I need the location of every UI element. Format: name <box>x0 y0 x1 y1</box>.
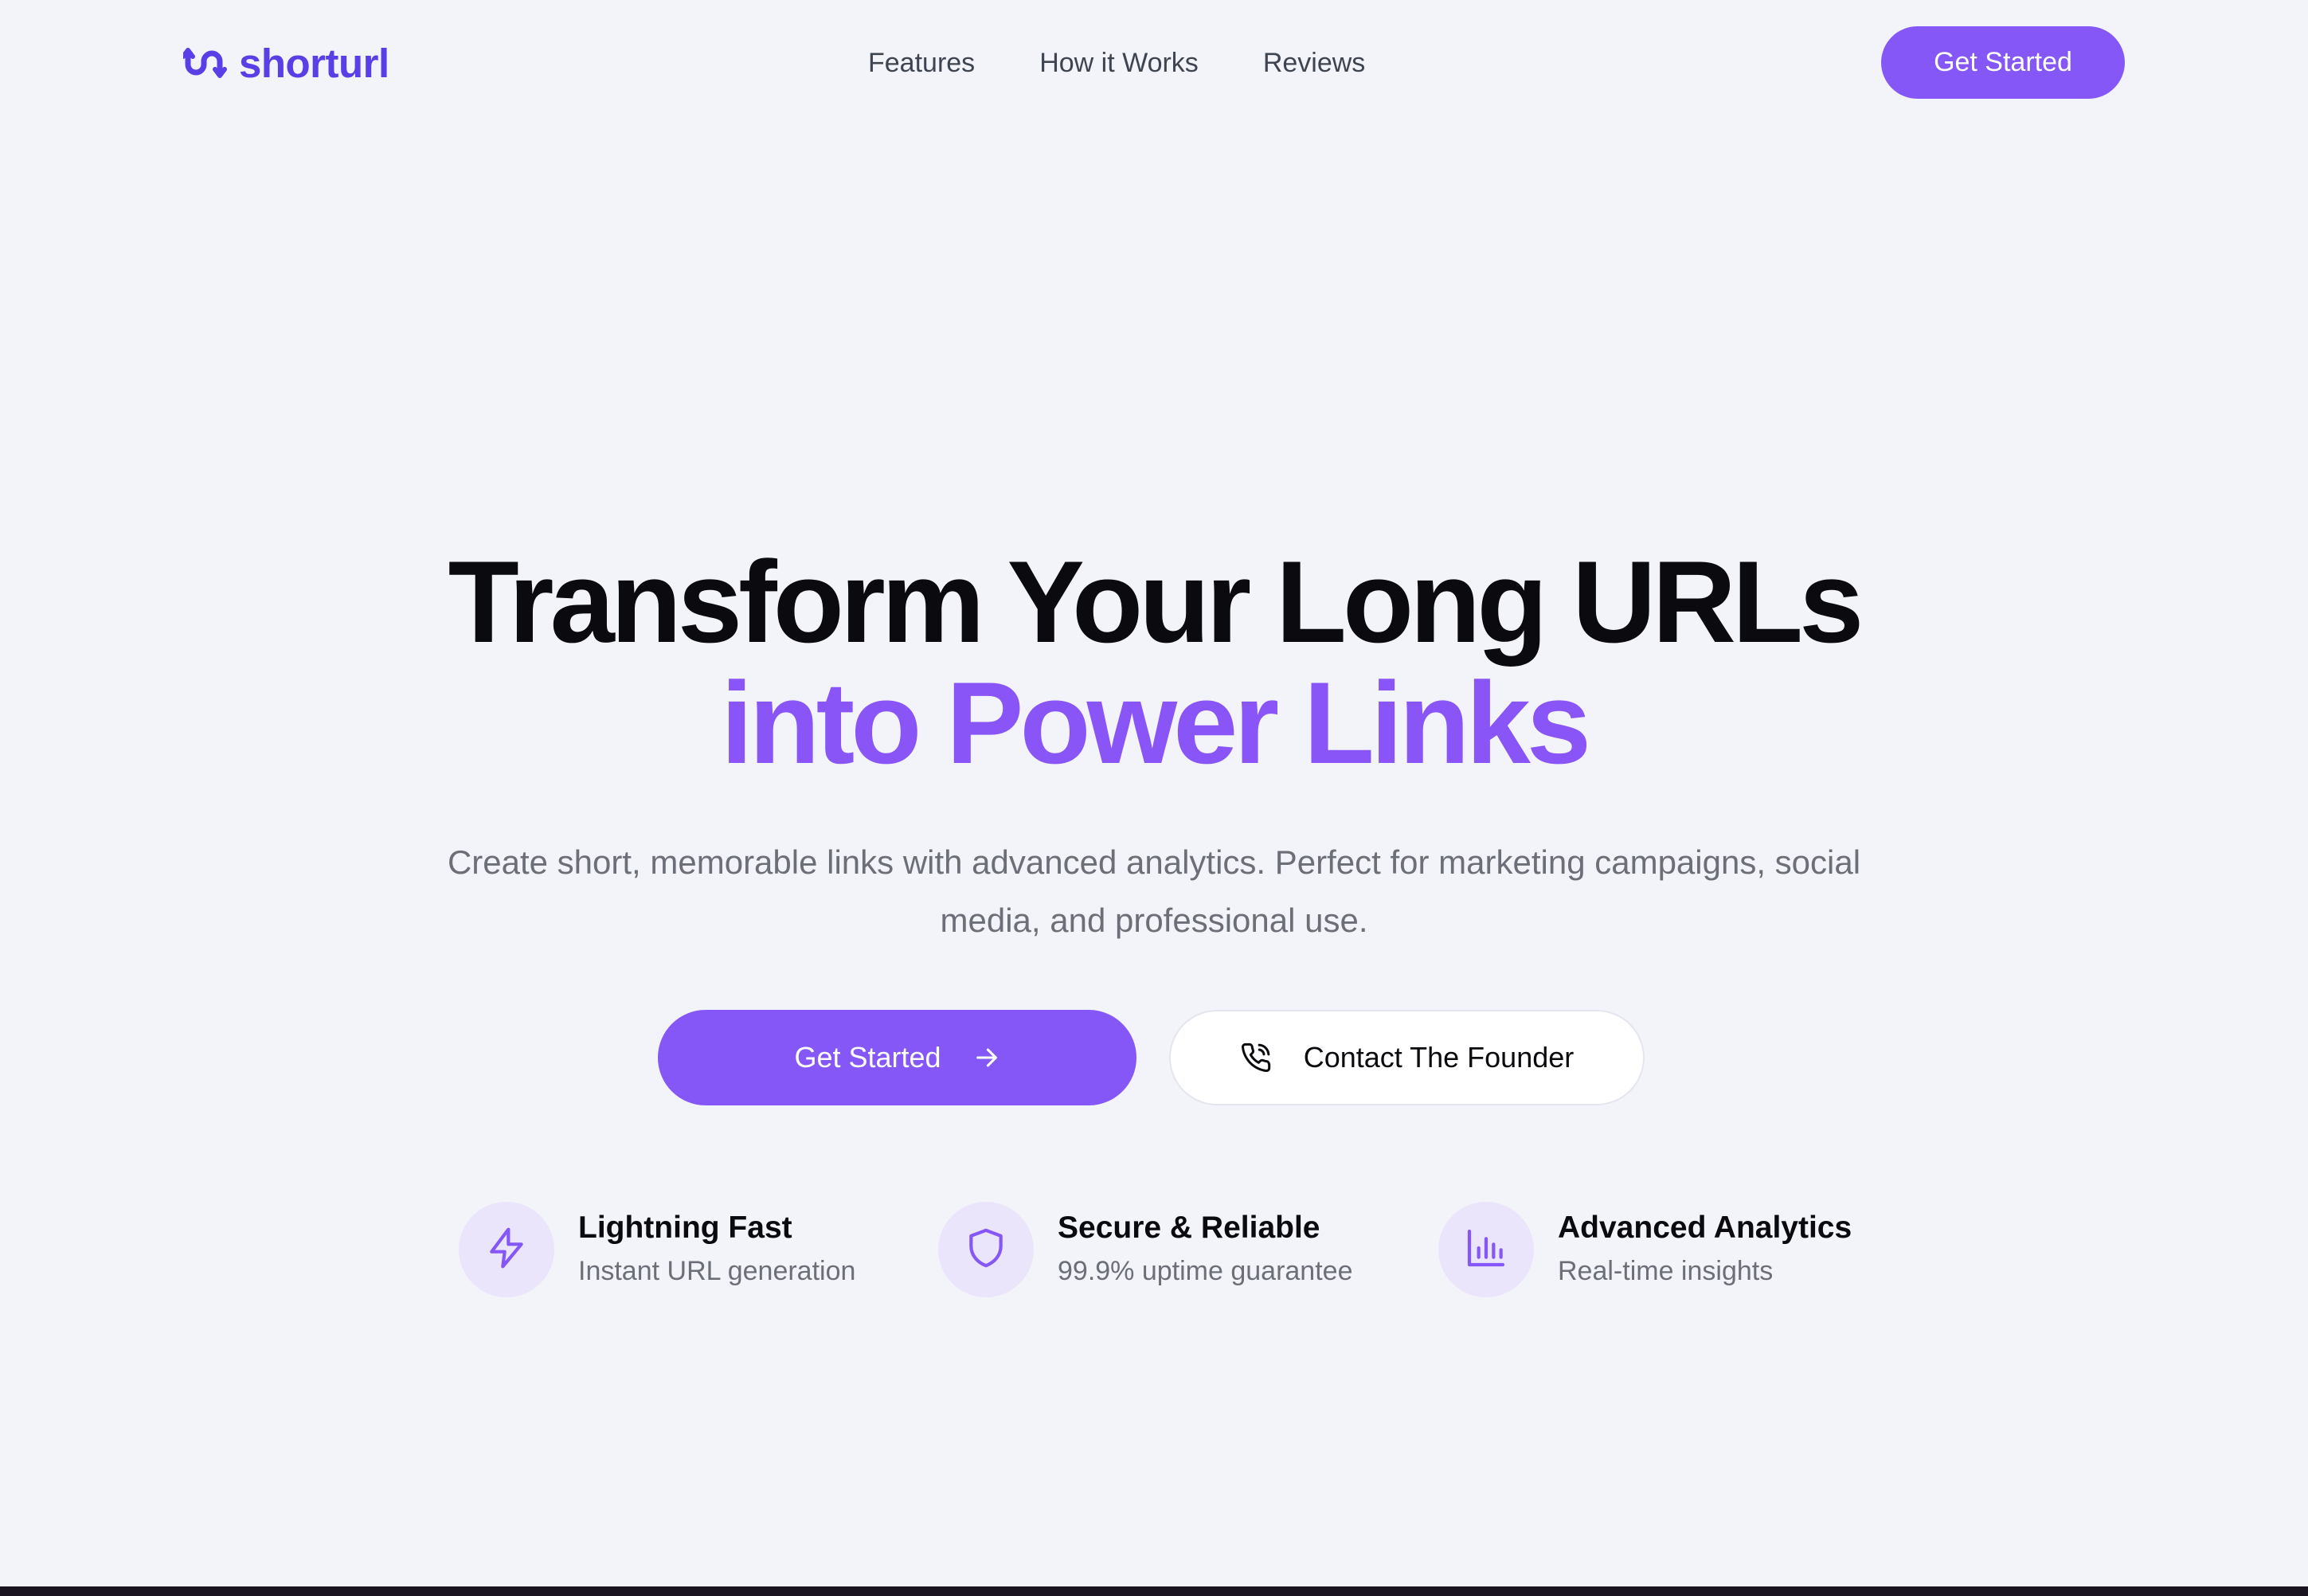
feature-text: Lightning Fast Instant URL generation <box>578 1208 855 1291</box>
hero-title: Transform Your Long URLs into Power Link… <box>0 542 2308 784</box>
feature-title: Lightning Fast <box>578 1211 792 1245</box>
cta-row: Get Started Contact The Founder <box>0 1010 2308 1105</box>
contact-founder-label: Contact The Founder <box>1303 1041 1575 1074</box>
feature-description: Real-time insights <box>1558 1256 1774 1286</box>
hero-subtitle: Create short, memorable links with advan… <box>447 843 1861 939</box>
shield-icon <box>964 1226 1008 1274</box>
landing-page: shorturl Features How it Works Reviews G… <box>0 0 2308 1596</box>
feature-icon-circle <box>1438 1202 1534 1297</box>
feature-text: Secure & Reliable 99.9% uptime guarantee <box>1058 1208 1352 1291</box>
feature-description: 99.9% uptime guarantee <box>1058 1256 1353 1286</box>
feature-description: Instant URL generation <box>578 1256 856 1286</box>
feature-title: Secure & Reliable <box>1058 1211 1320 1245</box>
nav-link-features[interactable]: Features <box>868 40 975 87</box>
get-started-button[interactable]: Get Started <box>658 1010 1136 1105</box>
nav-link-reviews[interactable]: Reviews <box>1263 40 1365 87</box>
navbar: shorturl Features How it Works Reviews G… <box>0 0 2308 126</box>
bar-chart-icon <box>1464 1226 1508 1274</box>
bottom-edge <box>0 1586 2308 1596</box>
arrow-right-icon <box>973 1044 1000 1071</box>
feature-advanced-analytics: Advanced Analytics Real-time insights <box>1438 1201 1852 1298</box>
logo-link[interactable]: shorturl <box>183 35 389 91</box>
contact-founder-button[interactable]: Contact The Founder <box>1169 1010 1645 1105</box>
feature-text: Advanced Analytics Real-time insights <box>1558 1208 1852 1291</box>
feature-lightning-fast: Lightning Fast Instant URL generation <box>459 1201 855 1298</box>
feature-icon-circle <box>459 1202 554 1297</box>
nav-link-how-it-works[interactable]: How it Works <box>1039 40 1199 87</box>
feature-icon-circle <box>938 1202 1034 1297</box>
hero-title-line2: into Power Links <box>720 658 1591 788</box>
get-started-label: Get Started <box>794 1041 941 1074</box>
lightning-icon <box>484 1226 529 1274</box>
nav-links: Features How it Works Reviews <box>868 40 1365 87</box>
phone-icon <box>1240 1042 1272 1074</box>
feature-secure-reliable: Secure & Reliable 99.9% uptime guarantee <box>938 1201 1352 1298</box>
nav-get-started-button[interactable]: Get Started <box>1881 26 2125 99</box>
hero-title-line1: Transform Your Long URLs <box>448 537 1864 667</box>
brand-name: shorturl <box>239 40 389 86</box>
feature-title: Advanced Analytics <box>1558 1211 1852 1245</box>
link-loop-icon <box>183 47 229 79</box>
